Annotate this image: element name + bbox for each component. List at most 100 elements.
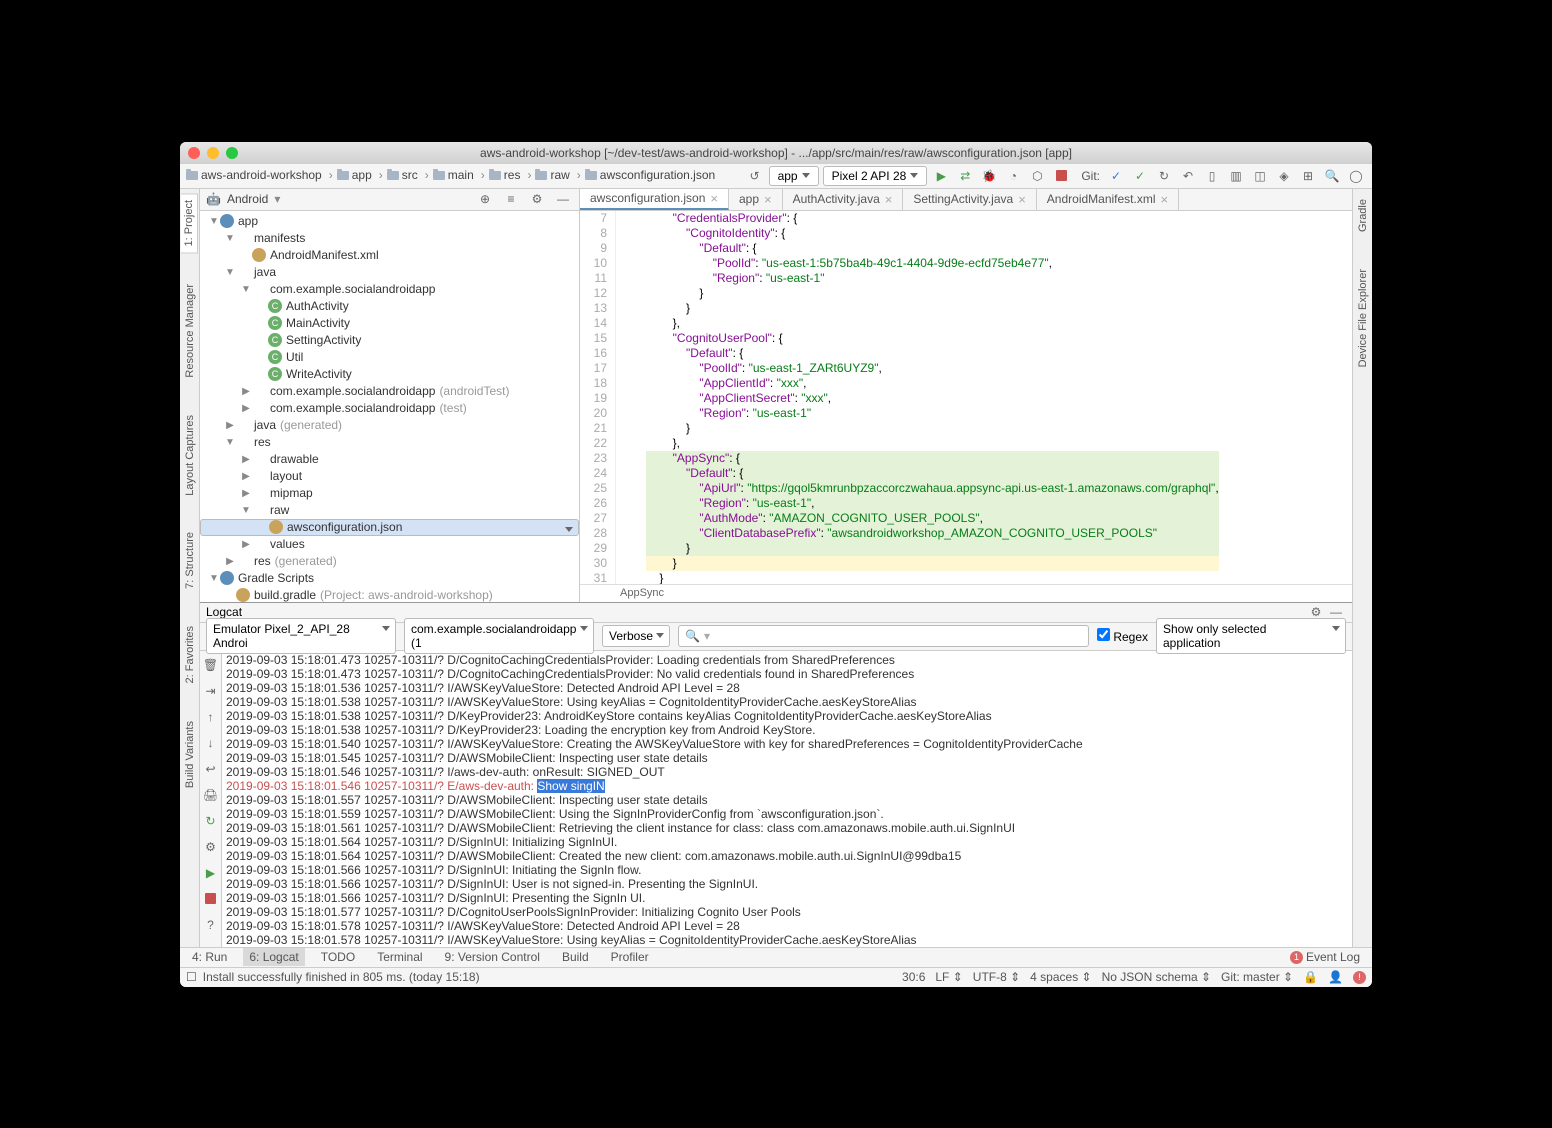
json-schema[interactable]: No JSON schema ⇕ [1102,970,1211,984]
editor-tab[interactable]: AndroidManifest.xml× [1037,189,1179,210]
right-tab[interactable]: Device File Explorer [1355,263,1371,373]
print-icon[interactable]: 🖨 [201,785,221,805]
stop-icon[interactable] [1051,166,1071,186]
sync-icon[interactable]: ↺ [745,166,765,186]
breadcrumb-2[interactable]: src [387,168,433,182]
tree-node[interactable]: awsconfiguration.json [200,519,579,536]
inspector-icon[interactable]: 👤 [1328,970,1343,984]
tree-node[interactable]: CAuthActivity [200,298,579,315]
tree-node[interactable]: ▶mipmap [200,485,579,502]
bottom-tab[interactable]: Profiler [605,948,655,966]
breadcrumb-3[interactable]: main [433,168,489,182]
left-tab[interactable]: 1: Project [181,193,198,253]
gear-icon[interactable]: ⚙ [527,189,547,209]
attach-debugger-icon[interactable]: ⬡ [1027,166,1047,186]
vcs-history-icon[interactable]: ↻ [1154,166,1174,186]
tree-node[interactable]: ▶values [200,536,579,553]
close-icon[interactable]: × [1161,192,1169,207]
device-selector[interactable]: Pixel 2 API 28 [823,166,928,186]
error-badge[interactable]: ! [1353,971,1366,984]
indent[interactable]: 4 spaces ⇕ [1030,970,1091,984]
tree-node[interactable]: ▶com.example.socialandroidapp(test) [200,400,579,417]
bottom-tab[interactable]: 6: Logcat [243,948,304,966]
hide-icon[interactable]: — [553,189,573,209]
layout-inspector-icon[interactable]: ◫ [1250,166,1270,186]
bottom-tab[interactable]: Build [556,948,595,966]
stop-icon[interactable] [201,889,221,909]
run-icon[interactable]: ▶ [201,863,221,883]
debug-icon[interactable]: 🐞 [979,166,999,186]
sdk-manager-icon[interactable]: ▥ [1226,166,1246,186]
tree-node[interactable]: ▼com.example.socialandroidapp [200,281,579,298]
tree-node[interactable]: CWriteActivity [200,366,579,383]
logcat-search[interactable]: 🔍▾ [678,625,1089,647]
tree-node[interactable]: ▶drawable [200,451,579,468]
avd-manager-icon[interactable]: ▯ [1202,166,1222,186]
encoding[interactable]: UTF-8 ⇕ [973,970,1020,984]
tree-node[interactable]: ▼res [200,434,579,451]
tree-node[interactable]: CMainActivity [200,315,579,332]
assistant-icon[interactable]: ⊞ [1298,166,1318,186]
scroll-end-icon[interactable]: ⇥ [201,681,221,701]
breadcrumb-0[interactable]: aws-android-workshop [186,168,337,182]
line-ending[interactable]: LF ⇕ [935,970,962,984]
titlebar[interactable]: aws-android-workshop [~/dev-test/aws-and… [180,142,1372,164]
editor-tab[interactable]: app× [729,189,783,210]
target-icon[interactable]: ⊕ [475,189,495,209]
left-tab[interactable]: Layout Captures [182,409,198,502]
left-tab[interactable]: Resource Manager [182,278,198,384]
settings-icon[interactable]: ⚙ [201,837,221,857]
logcat-process-select[interactable]: com.example.socialandroidapp (1 [404,618,594,654]
search-icon[interactable]: 🔍 [1322,166,1342,186]
tree-node[interactable]: ▼java [200,264,579,281]
editor-breadcrumb[interactable]: AppSync [580,584,1352,602]
editor-tab[interactable]: SettingActivity.java× [903,189,1036,210]
tree-node[interactable]: build.gradle(Project: aws-android-worksh… [200,587,579,602]
breadcrumb-6[interactable]: awsconfiguration.json [585,168,726,182]
apply-changes-icon[interactable]: ⇄ [955,166,975,186]
breadcrumb-4[interactable]: res [489,168,536,182]
logcat-device-select[interactable]: Emulator Pixel_2_API_28 Androi [206,618,396,654]
user-icon[interactable]: ◯ [1346,166,1366,186]
tree-node[interactable]: ▼raw [200,502,579,519]
editor-tab[interactable]: AuthActivity.java× [783,189,904,210]
logcat-filter-select[interactable]: Show only selected application [1156,618,1346,654]
resource-manager-icon[interactable]: ◈ [1274,166,1294,186]
tree-node[interactable]: CSettingActivity [200,332,579,349]
up-icon[interactable]: ↑ [201,707,221,727]
wrap-icon[interactable]: ↩ [201,759,221,779]
left-tab[interactable]: 7: Structure [182,526,198,595]
bottom-tab[interactable]: TODO [315,948,361,966]
tree-node[interactable]: ▼manifests [200,230,579,247]
project-view-header[interactable]: 🤖Android ▾ ⊕ ≡ ⚙ — [200,189,579,211]
close-icon[interactable]: × [885,192,893,207]
bottom-tab[interactable]: Terminal [371,948,428,966]
collapse-icon[interactable]: ≡ [501,189,521,209]
breadcrumb-1[interactable]: app [337,168,387,182]
down-icon[interactable]: ↓ [201,733,221,753]
editor-tab[interactable]: awsconfiguration.json× [580,189,729,210]
git-branch[interactable]: Git: master ⇕ [1221,970,1293,984]
bottom-tab[interactable]: 4: Run [186,948,233,966]
tree-node[interactable]: AndroidManifest.xml [200,247,579,264]
tree-node[interactable]: ▼Gradle Scripts [200,570,579,587]
code-area[interactable]: 7891011121314151617181920212223242526272… [580,211,1352,584]
tree-node[interactable]: CUtil [200,349,579,366]
help-icon[interactable]: ? [201,915,221,935]
vcs-commit-icon[interactable]: ✓ [1130,166,1150,186]
lock-icon[interactable]: 🔒 [1303,970,1318,984]
tree-node[interactable]: ▼app [200,213,579,230]
bottom-tab[interactable]: 9: Version Control [439,948,546,966]
right-tab[interactable]: Gradle [1355,193,1371,238]
logcat-output[interactable]: 2019-09-03 15:18:01.473 10257-10311/? D/… [222,651,1352,947]
breadcrumb-5[interactable]: raw [535,168,584,182]
left-tab[interactable]: 2: Favorites [182,620,198,689]
event-log-tab[interactable]: 1Event Log [1284,948,1366,966]
tree-node[interactable]: ▶java(generated) [200,417,579,434]
tree-node[interactable]: ▶res(generated) [200,553,579,570]
restart-icon[interactable]: ↻ [201,811,221,831]
vcs-update-icon[interactable]: ✓ [1106,166,1126,186]
caret-position[interactable]: 30:6 [902,970,925,984]
close-icon[interactable]: × [1018,192,1026,207]
regex-checkbox[interactable]: Regex [1097,628,1148,644]
